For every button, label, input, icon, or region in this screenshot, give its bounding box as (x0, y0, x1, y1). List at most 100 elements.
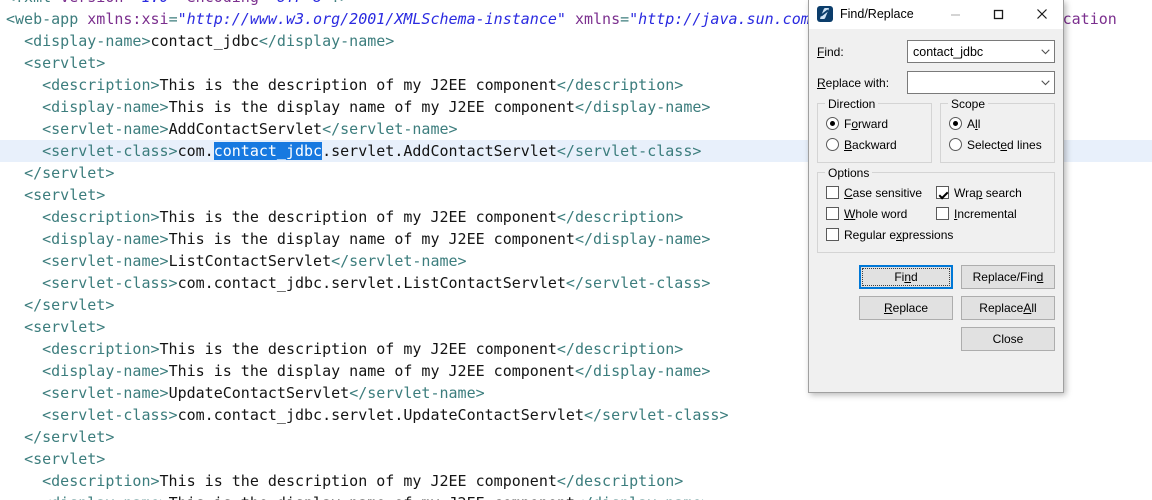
chevron-down-icon[interactable] (1036, 72, 1054, 93)
replace-input[interactable] (907, 71, 1055, 94)
code-token-pi: <?xml (6, 0, 60, 6)
code-token-tag: </description> (556, 340, 684, 358)
code-token-tag: </servlet> (24, 164, 115, 182)
checkbox-indicator (826, 228, 839, 241)
code-token-tag: </servlet> (24, 428, 115, 446)
checkbox-wrap-search[interactable]: Wrap search (936, 182, 1046, 203)
code-token-tag: </display-name> (258, 32, 395, 50)
code-token-tag: </display-name> (574, 230, 711, 248)
radio-indicator (949, 117, 962, 130)
maximize-button[interactable] (977, 0, 1020, 28)
code-token-txt: This is the description of my J2EE compo… (159, 208, 557, 226)
chevron-down-icon[interactable] (1036, 41, 1054, 62)
checkbox-whole-word[interactable]: Whole word (826, 203, 936, 224)
code-token-txt: This is the display name of my J2EE comp… (168, 230, 575, 248)
dialog-title: Find/Replace (840, 7, 914, 21)
direction-group: Direction Forward Backward (817, 97, 932, 163)
minimize-button[interactable] (934, 0, 977, 28)
code-token-txt: com.contact_jdbc.servlet.UpdateContactSe… (177, 406, 584, 424)
replace-find-button[interactable]: Replace/Fin d (961, 265, 1055, 289)
code-token-attr: xmlns (574, 10, 621, 28)
code-token-tag: <description> (42, 340, 160, 358)
checkbox-case-sensitive[interactable]: Case sensitive (826, 182, 936, 203)
radio-forward[interactable]: Forward (826, 113, 923, 134)
radio-indicator (826, 138, 839, 151)
checkbox-regular-expressions[interactable]: Regular expressions (826, 224, 1046, 245)
checkbox-indicator (936, 186, 949, 199)
radio-all[interactable]: All (949, 113, 1046, 134)
replace-button[interactable]: Replace (859, 296, 953, 320)
checkbox-whole-word-label: Whole word (844, 206, 908, 221)
code-token-tag: <display-name> (42, 230, 169, 248)
code-token-tag: <servlet-class> (42, 406, 178, 424)
code-token-pi (178, 0, 187, 6)
code-token-tag: <display-name> (42, 98, 169, 116)
code-line[interactable]: <description>This is the description of … (0, 470, 1152, 492)
code-line[interactable]: <display-name>This is the display name o… (0, 492, 1152, 500)
code-line[interactable]: </servlet> (0, 426, 1152, 448)
find-row: Find: contact_jdbc (817, 39, 1055, 64)
find-label: Find: (817, 44, 844, 59)
close-button[interactable] (1020, 0, 1063, 28)
checkbox-incremental-label: Incremental (954, 206, 1017, 221)
eclipse-app-icon (817, 6, 833, 22)
code-token-tag: </servlet-name> (349, 384, 485, 402)
radio-indicator (949, 138, 962, 151)
code-token-pival: "1.0" (132, 0, 177, 6)
code-token-tag: <description> (42, 76, 160, 94)
code-token-attr: xmlns:xsi (87, 10, 169, 28)
radio-forward-label: Forward (844, 116, 889, 131)
options-legend: Options (825, 166, 873, 180)
close-dialog-button[interactable]: Close (961, 327, 1055, 351)
find-replace-dialog: Find/Replace Find: contact_jdbc Replace … (808, 0, 1064, 393)
checkbox-indicator (826, 186, 839, 199)
scope-legend: Scope (948, 97, 989, 111)
replace-all-button[interactable]: Replace All (961, 296, 1055, 320)
radio-selected-lines[interactable]: Selected lines (949, 134, 1046, 155)
find-button[interactable]: Fi n d (859, 265, 953, 289)
code-token-tag: <servlet-name> (42, 120, 169, 138)
code-token-tag: </display-name> (575, 494, 710, 500)
code-token-txt: .servlet.AddContactServlet (322, 142, 557, 160)
code-token-tag: </servlet-class> (565, 274, 711, 292)
code-line[interactable]: <servlet-class>com.contact_jdbc.servlet.… (0, 404, 1152, 426)
radio-indicator (826, 117, 839, 130)
code-token-pi: ?> (331, 0, 349, 6)
scope-group: Scope All Selected lines (940, 97, 1055, 163)
code-token-tag: </display-name> (574, 362, 711, 380)
code-token-txt: ListContactServlet (168, 252, 332, 270)
code-token-pival: "UTF-8" (268, 0, 331, 6)
dialog-body: Find: contact_jdbc Replace with: Directi… (809, 39, 1063, 351)
code-token-tag: </servlet> (24, 296, 115, 314)
dialog-title-bar[interactable]: Find/Replace (809, 0, 1063, 29)
code-token-txt: This is the description of my J2EE compo… (159, 76, 557, 94)
code-token-tag: <servlet-name> (42, 252, 169, 270)
code-token-txt: This is the description of my J2EE compo… (159, 340, 557, 358)
code-token-tag: <description> (42, 208, 160, 226)
checkbox-regular-expressions-label: Regular expressions (844, 227, 954, 242)
code-line[interactable]: <servlet> (0, 448, 1152, 470)
checkbox-incremental[interactable]: Incremental (936, 203, 1046, 224)
code-token-attr: version (60, 0, 123, 6)
find-input[interactable]: contact_jdbc (907, 40, 1055, 63)
radio-backward[interactable]: Backward (826, 134, 923, 155)
radio-selected-lines-label: Selected lines (967, 137, 1042, 152)
code-token-tag: </servlet-class> (583, 406, 729, 424)
replace-row: Replace with: (817, 70, 1055, 95)
code-token-tag (566, 10, 575, 28)
direction-scope-row: Direction Forward Backward Scope All Sel… (817, 97, 1055, 163)
code-token-tag: <servlet> (24, 318, 106, 336)
